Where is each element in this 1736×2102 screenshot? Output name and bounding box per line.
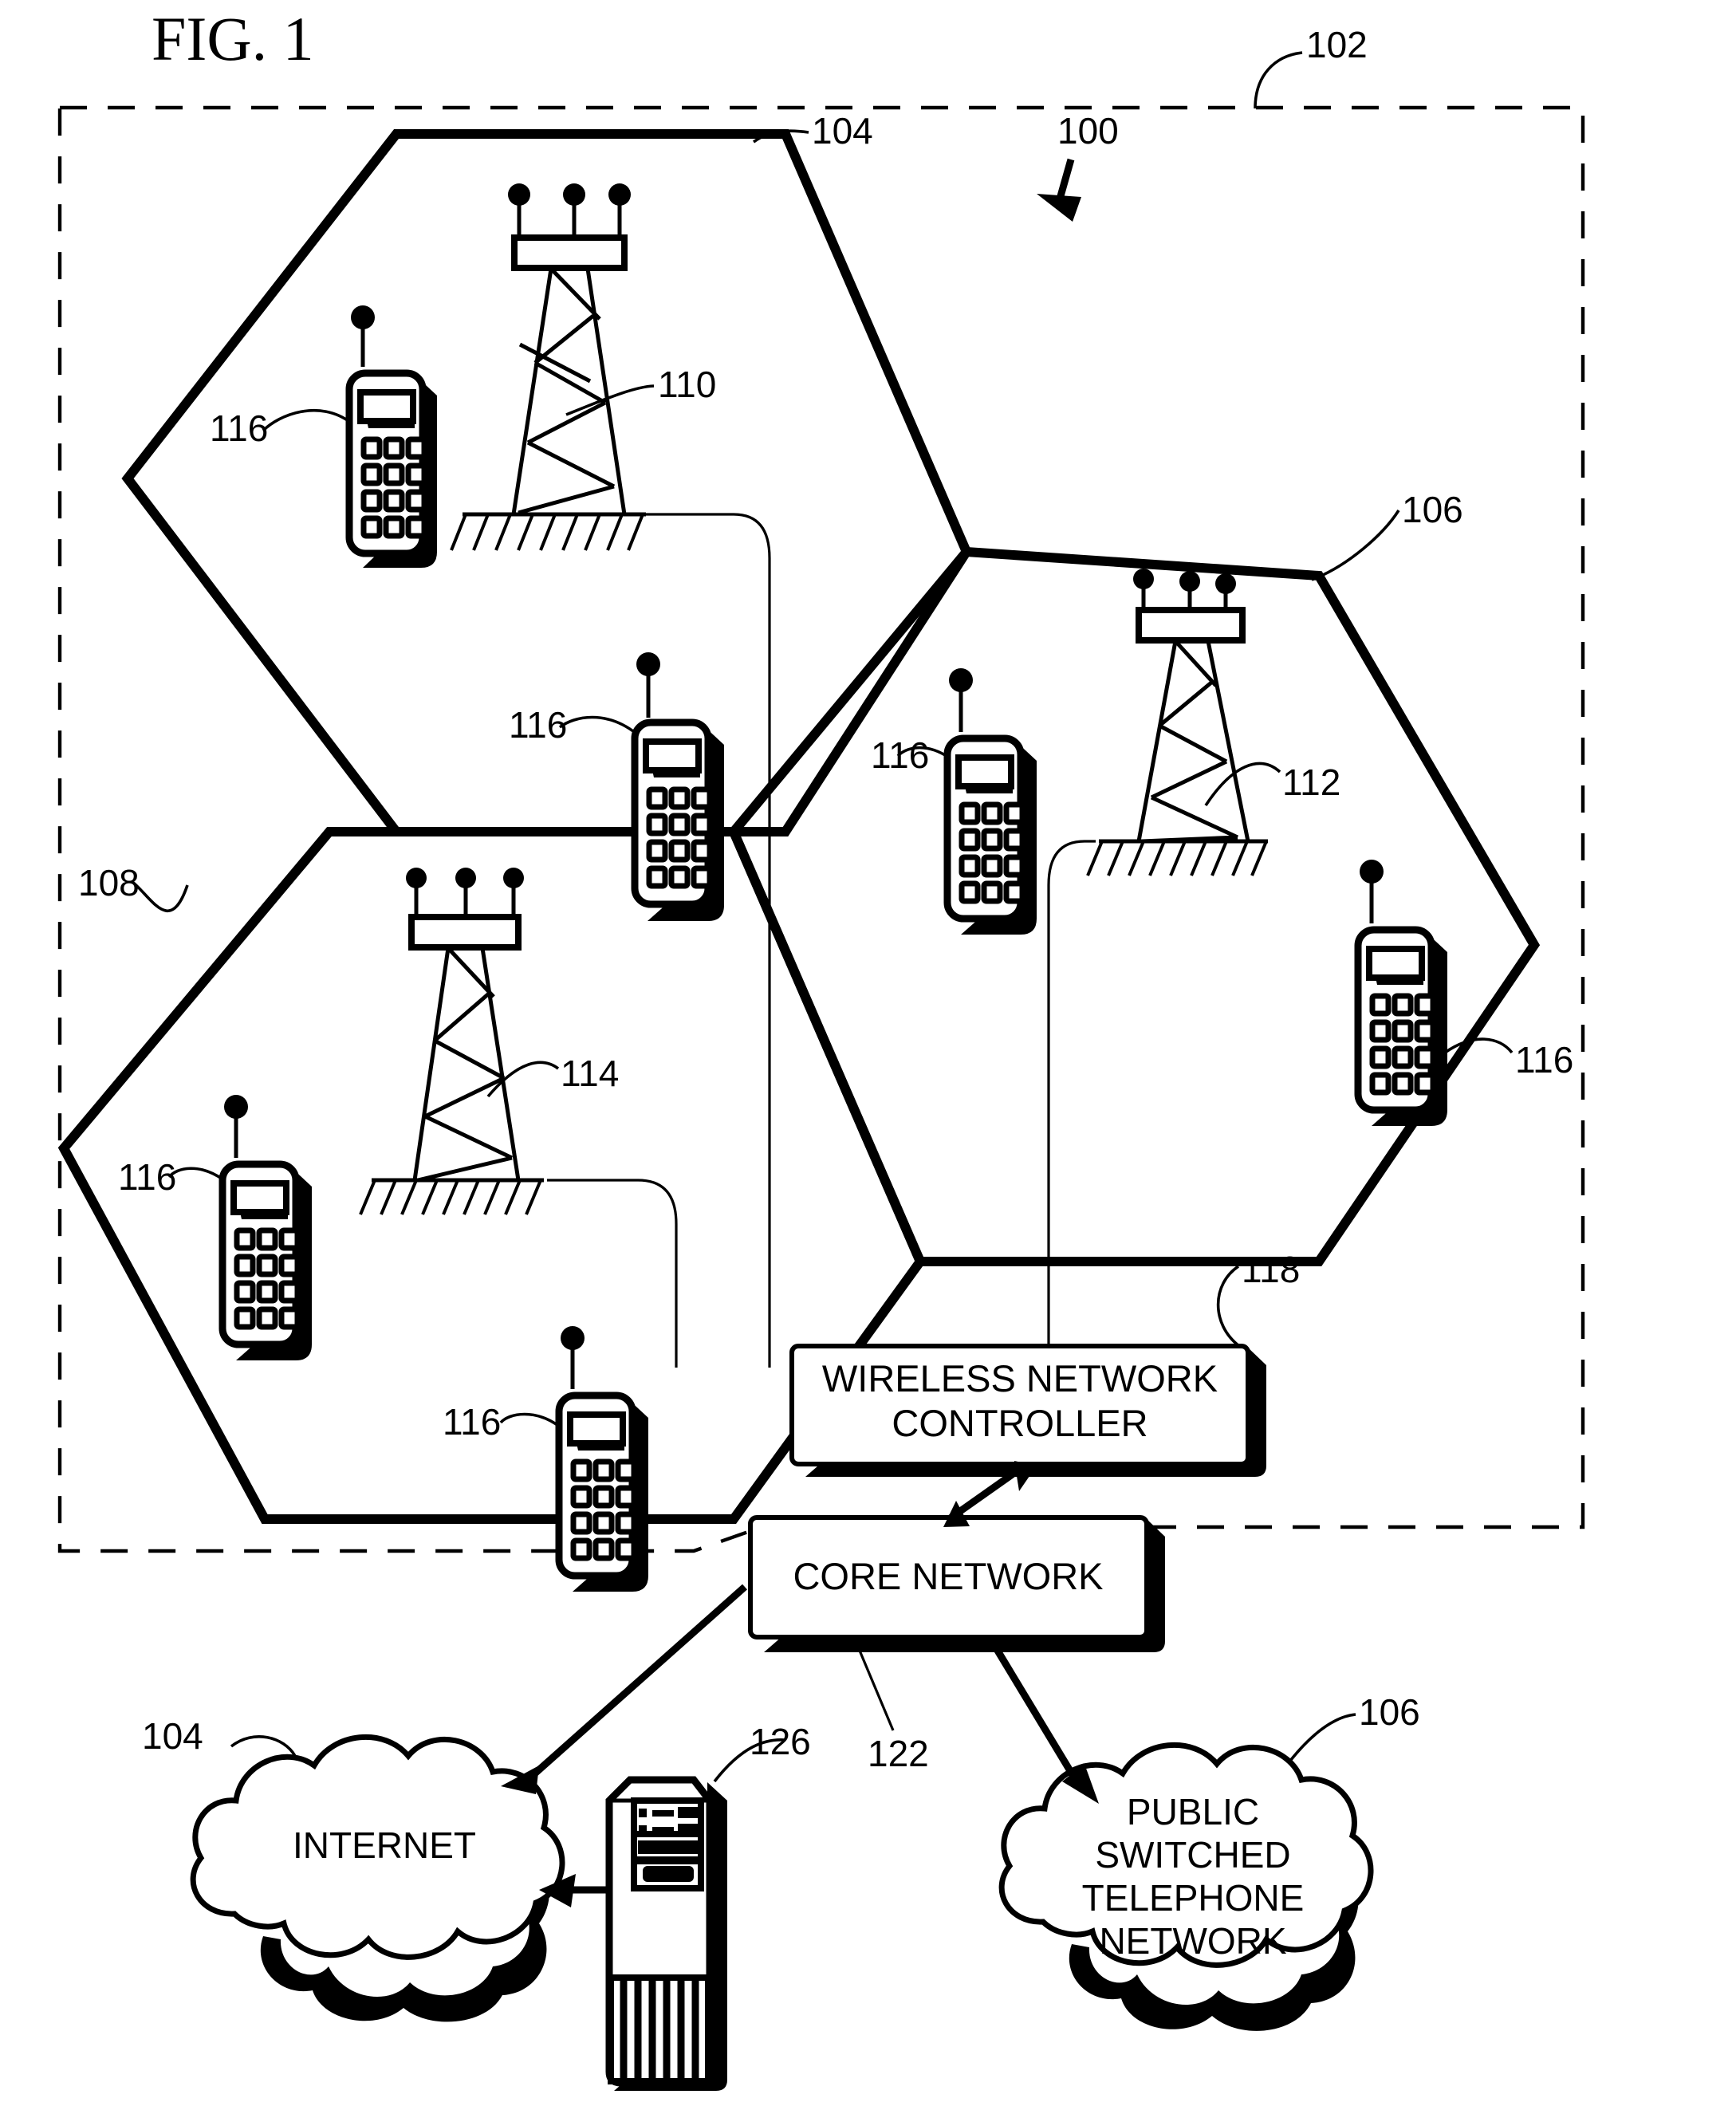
backhaul-cable-112 (1047, 840, 1096, 1368)
leader-106-pstn (1289, 1713, 1356, 1762)
ref-110: 110 (658, 364, 716, 405)
leader-118 (1216, 1265, 1241, 1348)
ref-116-c: 116 (871, 734, 929, 776)
pstn-label-line3: TELEPHONE (1082, 1877, 1305, 1919)
mobile-station-116-c: 116 (871, 668, 1037, 935)
base-station-112: 112 (1047, 569, 1340, 1368)
internet-cloud-label: INTERNET (293, 1824, 476, 1866)
patent-figure-1: FIG. 1 102 100 104 106 108 110 112 114 1… (0, 0, 1736, 2102)
leader-122 (854, 1640, 895, 1731)
leader-116-e (167, 1167, 226, 1182)
ref-116-b: 116 (509, 704, 567, 746)
arrow-core-to-internet (501, 1584, 747, 1794)
ref-112: 112 (1282, 762, 1340, 803)
ref-106-pstn: 106 (1359, 1691, 1420, 1733)
mobile-station-116-e: 116 (118, 1095, 312, 1360)
wnc-label-line1: WIRELESS NETWORK (822, 1357, 1218, 1399)
leader-116-f (499, 1412, 562, 1429)
arrow-core-to-pstn (990, 1640, 1099, 1804)
leader-108 (130, 880, 189, 913)
pstn-label-line4: NETWORK (1099, 1920, 1286, 1962)
ref-116-a: 116 (210, 407, 268, 449)
pstn-label-line2: SWITCHED (1095, 1834, 1290, 1876)
leader-102 (1254, 51, 1303, 109)
base-station-114: 114 (359, 868, 678, 1368)
wnc-label-line2: CONTROLLER (892, 1402, 1147, 1444)
pstn-label-line1: PUBLIC (1127, 1791, 1259, 1832)
ref-106-cell: 106 (1402, 489, 1463, 530)
ref-122: 122 (868, 1733, 929, 1774)
leader-116-a (262, 409, 352, 432)
pstn-cloud[interactable]: PUBLIC SWITCHED TELEPHONE NETWORK 106 (998, 1691, 1420, 2031)
ref-100: 100 (1057, 110, 1119, 152)
ref-104-cell: 104 (812, 110, 873, 152)
leader-112 (1204, 762, 1281, 806)
mobile-station-116-b: 116 (509, 652, 724, 921)
ref-104-internet: 104 (142, 1715, 203, 1757)
leader-104-internet (230, 1735, 297, 1757)
mobile-station-116-d: 116 (1354, 860, 1573, 1126)
backhaul-cable-110 (646, 513, 771, 1368)
leader-106 (1311, 510, 1400, 581)
core-network-label: CORE NETWORK (793, 1555, 1103, 1597)
mobile-station-116-a: 116 (210, 305, 437, 568)
leader-116-d (1443, 1037, 1514, 1054)
ref-126: 126 (750, 1721, 811, 1762)
ref-102: 102 (1306, 24, 1368, 65)
server-node-126[interactable]: 126 (605, 1721, 811, 2091)
wireless-network-controller-block[interactable]: WIRELESS NETWORK CONTROLLER (789, 1344, 1266, 1477)
system-arrow-head (1037, 194, 1081, 222)
ref-108-cell: 108 (78, 862, 140, 903)
ref-114: 114 (561, 1053, 619, 1094)
cell-hexagon-106 (728, 546, 1541, 1266)
core-network-block[interactable]: CORE NETWORK (748, 1515, 1165, 1652)
internet-cloud[interactable]: INTERNET 104 (142, 1715, 565, 2022)
system-arrow-shaft (1055, 158, 1075, 203)
figure-canvas: FIG. 1 102 100 104 106 108 110 112 114 1… (57, 4, 1585, 2091)
ref-118: 118 (1242, 1249, 1300, 1290)
ref-116-d: 116 (1515, 1039, 1573, 1081)
leader-116-b (558, 715, 638, 735)
ref-116-f: 116 (443, 1401, 501, 1443)
figure-title: FIG. 1 (152, 4, 314, 73)
ref-116-e: 116 (118, 1156, 176, 1198)
